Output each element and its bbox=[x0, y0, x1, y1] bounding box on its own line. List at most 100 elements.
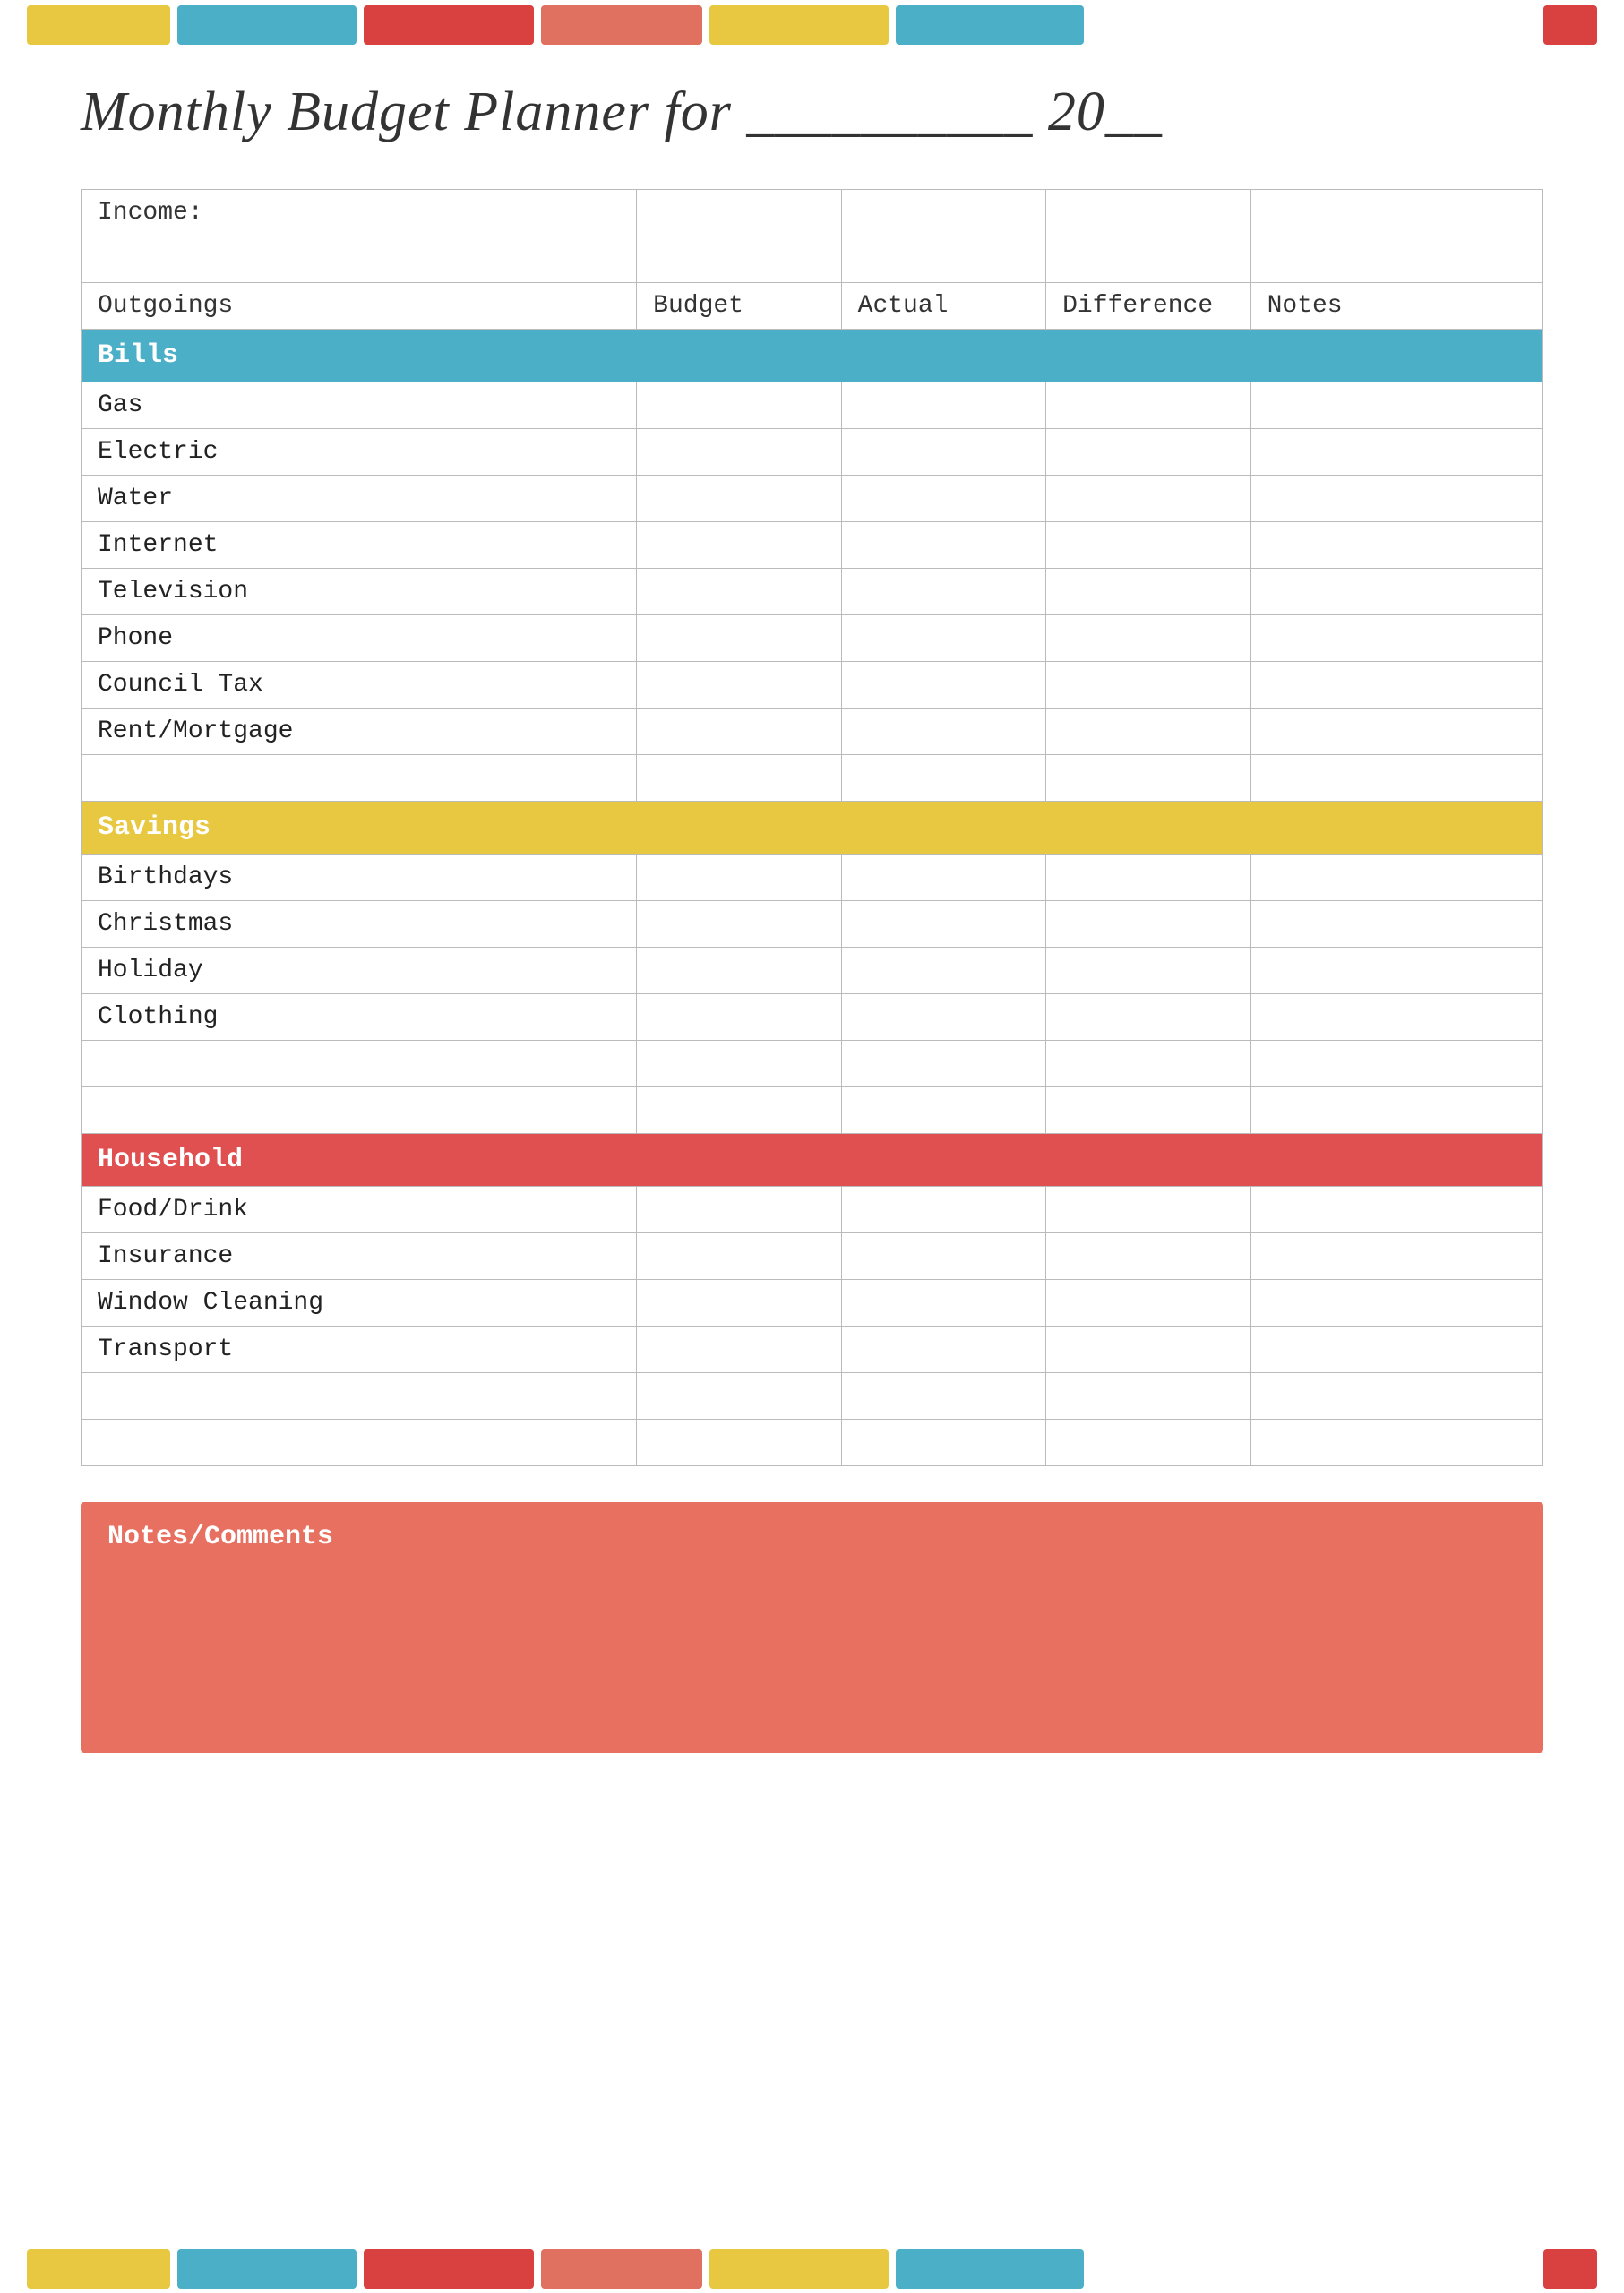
christmas-diff[interactable] bbox=[1046, 901, 1250, 948]
holiday-budget[interactable] bbox=[637, 948, 841, 994]
council-tax-actual[interactable] bbox=[841, 662, 1045, 709]
col-budget: Budget bbox=[637, 283, 841, 330]
clothing-label: Clothing bbox=[82, 994, 637, 1041]
internet-actual[interactable] bbox=[841, 522, 1045, 569]
household-label: Household bbox=[82, 1134, 1543, 1187]
clothing-budget[interactable] bbox=[637, 994, 841, 1041]
water-budget[interactable] bbox=[637, 476, 841, 522]
birthdays-diff[interactable] bbox=[1046, 855, 1250, 901]
holiday-diff[interactable] bbox=[1046, 948, 1250, 994]
water-notes[interactable] bbox=[1250, 476, 1542, 522]
food-drink-diff[interactable] bbox=[1046, 1187, 1250, 1233]
water-actual[interactable] bbox=[841, 476, 1045, 522]
electric-diff[interactable] bbox=[1046, 429, 1250, 476]
birthdays-notes[interactable] bbox=[1250, 855, 1542, 901]
bottom-bar-teal2 bbox=[896, 2249, 1084, 2289]
internet-notes[interactable] bbox=[1250, 522, 1542, 569]
title-text-main: Monthly Budget Planner for __________ 20… bbox=[81, 82, 1163, 142]
savings-section-header: Savings bbox=[82, 802, 1543, 855]
council-tax-notes[interactable] bbox=[1250, 662, 1542, 709]
transport-notes[interactable] bbox=[1250, 1327, 1542, 1373]
insurance-budget[interactable] bbox=[637, 1233, 841, 1280]
insurance-notes[interactable] bbox=[1250, 1233, 1542, 1280]
gas-diff[interactable] bbox=[1046, 382, 1250, 429]
electric-label: Electric bbox=[82, 429, 637, 476]
holiday-actual[interactable] bbox=[841, 948, 1045, 994]
top-bar-yellow bbox=[27, 5, 170, 45]
internet-row: Internet bbox=[82, 522, 1543, 569]
gas-label: Gas bbox=[82, 382, 637, 429]
television-notes[interactable] bbox=[1250, 569, 1542, 615]
christmas-notes[interactable] bbox=[1250, 901, 1542, 948]
income-row: Income: bbox=[82, 190, 1543, 236]
television-budget[interactable] bbox=[637, 569, 841, 615]
gas-budget[interactable] bbox=[637, 382, 841, 429]
gas-notes[interactable] bbox=[1250, 382, 1542, 429]
window-cleaning-notes[interactable] bbox=[1250, 1280, 1542, 1327]
insurance-diff[interactable] bbox=[1046, 1233, 1250, 1280]
clothing-row: Clothing bbox=[82, 994, 1543, 1041]
bills-label: Bills bbox=[82, 330, 1543, 382]
window-cleaning-diff[interactable] bbox=[1046, 1280, 1250, 1327]
bottom-bar-red bbox=[364, 2249, 534, 2289]
income-label: Income: bbox=[82, 190, 637, 236]
council-tax-diff[interactable] bbox=[1046, 662, 1250, 709]
food-drink-label: Food/Drink bbox=[82, 1187, 637, 1233]
electric-row: Electric bbox=[82, 429, 1543, 476]
gas-actual[interactable] bbox=[841, 382, 1045, 429]
clothing-actual[interactable] bbox=[841, 994, 1045, 1041]
spacer-row-1 bbox=[82, 236, 1543, 283]
rent-mortgage-diff[interactable] bbox=[1046, 709, 1250, 755]
phone-actual[interactable] bbox=[841, 615, 1045, 662]
clothing-notes[interactable] bbox=[1250, 994, 1542, 1041]
television-diff[interactable] bbox=[1046, 569, 1250, 615]
television-actual[interactable] bbox=[841, 569, 1045, 615]
top-bar-teal2 bbox=[896, 5, 1084, 45]
insurance-actual[interactable] bbox=[841, 1233, 1045, 1280]
budget-table: Income: Outgoings Budget Actual Differen… bbox=[81, 189, 1543, 1466]
food-drink-actual[interactable] bbox=[841, 1187, 1045, 1233]
electric-budget[interactable] bbox=[637, 429, 841, 476]
window-cleaning-row: Window Cleaning bbox=[82, 1280, 1543, 1327]
rent-mortgage-actual[interactable] bbox=[841, 709, 1045, 755]
christmas-budget[interactable] bbox=[637, 901, 841, 948]
christmas-label: Christmas bbox=[82, 901, 637, 948]
notes-comments-label: Notes/Comments bbox=[107, 1522, 1517, 1552]
income-budget-cell[interactable] bbox=[637, 190, 841, 236]
holiday-notes[interactable] bbox=[1250, 948, 1542, 994]
transport-actual[interactable] bbox=[841, 1327, 1045, 1373]
council-tax-budget[interactable] bbox=[637, 662, 841, 709]
food-drink-budget[interactable] bbox=[637, 1187, 841, 1233]
income-diff-cell[interactable] bbox=[1046, 190, 1250, 236]
electric-actual[interactable] bbox=[841, 429, 1045, 476]
water-label: Water bbox=[82, 476, 637, 522]
bottom-bar-yellow bbox=[27, 2249, 170, 2289]
internet-diff[interactable] bbox=[1046, 522, 1250, 569]
savings-empty-row-2 bbox=[82, 1087, 1543, 1134]
phone-budget[interactable] bbox=[637, 615, 841, 662]
transport-diff[interactable] bbox=[1046, 1327, 1250, 1373]
window-cleaning-budget[interactable] bbox=[637, 1280, 841, 1327]
window-cleaning-actual[interactable] bbox=[841, 1280, 1045, 1327]
christmas-actual[interactable] bbox=[841, 901, 1045, 948]
income-actual-cell[interactable] bbox=[841, 190, 1045, 236]
household-empty-row-1 bbox=[82, 1373, 1543, 1420]
top-bar-red2 bbox=[1543, 5, 1597, 45]
water-row: Water bbox=[82, 476, 1543, 522]
phone-notes[interactable] bbox=[1250, 615, 1542, 662]
rent-mortgage-notes[interactable] bbox=[1250, 709, 1542, 755]
birthdays-actual[interactable] bbox=[841, 855, 1045, 901]
electric-notes[interactable] bbox=[1250, 429, 1542, 476]
income-notes-cell[interactable] bbox=[1250, 190, 1542, 236]
bottom-color-bar bbox=[0, 2244, 1624, 2293]
clothing-diff[interactable] bbox=[1046, 994, 1250, 1041]
bills-section-header: Bills bbox=[82, 330, 1543, 382]
household-empty-row-2 bbox=[82, 1420, 1543, 1466]
birthdays-budget[interactable] bbox=[637, 855, 841, 901]
food-drink-notes[interactable] bbox=[1250, 1187, 1542, 1233]
transport-budget[interactable] bbox=[637, 1327, 841, 1373]
internet-budget[interactable] bbox=[637, 522, 841, 569]
water-diff[interactable] bbox=[1046, 476, 1250, 522]
phone-diff[interactable] bbox=[1046, 615, 1250, 662]
rent-mortgage-budget[interactable] bbox=[637, 709, 841, 755]
